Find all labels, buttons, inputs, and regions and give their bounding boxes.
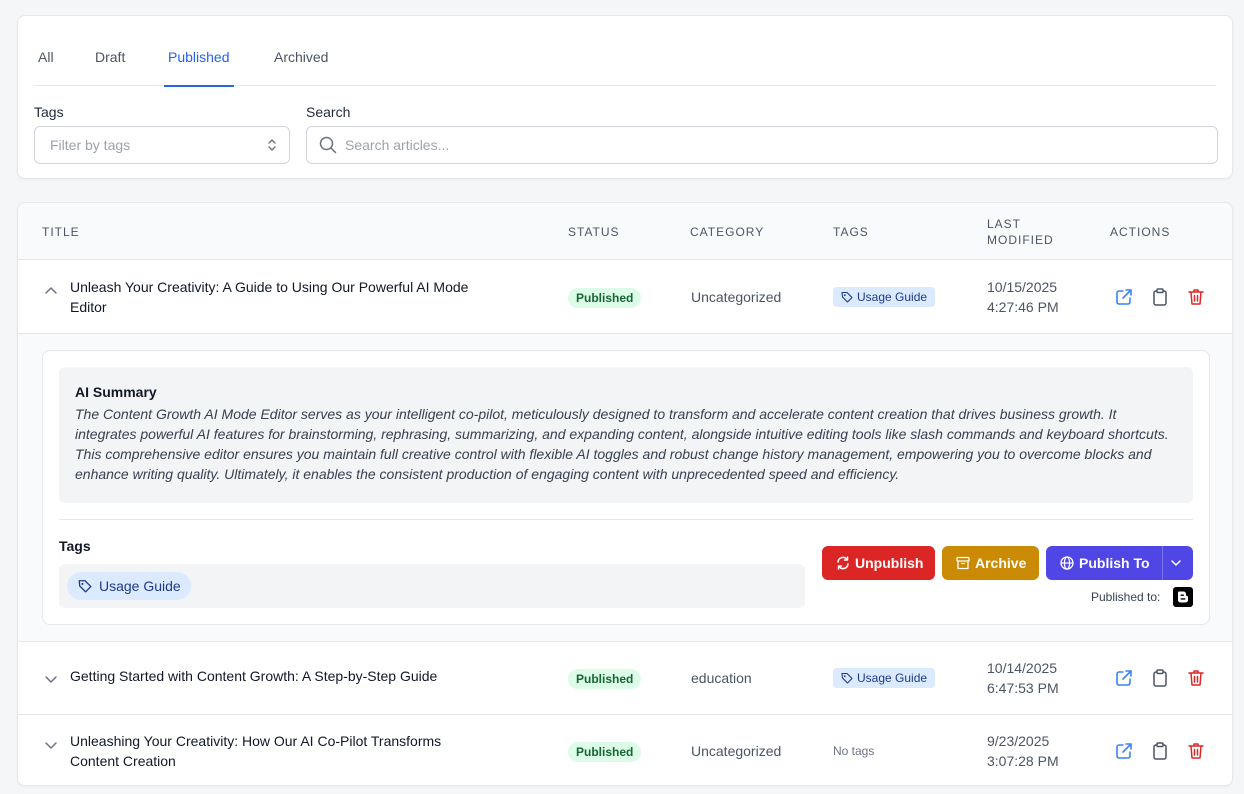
divider	[59, 519, 1193, 520]
header-last-modified-line1: LAST	[987, 217, 1022, 231]
tag-chip-label: Usage Guide	[857, 671, 928, 685]
tab-draft[interactable]: Draft	[95, 16, 125, 86]
tag-icon	[78, 580, 92, 593]
ai-summary-title: AI Summary	[75, 384, 157, 400]
status-tabs: All Draft Published Archived	[34, 16, 1216, 87]
chevron-up-down-icon	[268, 139, 276, 151]
blogger-logo-icon	[1178, 591, 1189, 603]
row-title-line1: Unleashing Your Creativity: How Our AI C…	[70, 733, 442, 749]
row-date: 9/23/2025	[987, 733, 1050, 749]
external-link-icon[interactable]	[1114, 741, 1134, 761]
header-last-modified-line2: MODIFIED	[987, 233, 1054, 247]
row-date: 10/15/2025	[987, 279, 1058, 295]
status-badge: Published	[568, 669, 642, 689]
tag-icon	[841, 672, 853, 684]
row-title-line2: Content Creation	[70, 753, 176, 769]
tags-filter-placeholder: Filter by tags	[50, 137, 131, 153]
archive-button[interactable]: Archive	[942, 546, 1039, 580]
row-time: 3:07:28 PM	[987, 753, 1059, 769]
row-detail: AI Summary The Content Growth AI Mode Ed…	[18, 334, 1232, 642]
trash-icon[interactable]	[1186, 287, 1206, 307]
row-title-line2: Editor	[70, 299, 107, 315]
articles-table: TITLE STATUS CATEGORY TAGS LAST MODIFIED…	[17, 202, 1233, 786]
clipboard-icon[interactable]	[1150, 287, 1170, 307]
row-category: Uncategorized	[691, 743, 782, 759]
search-field	[306, 126, 1218, 164]
row-time: 6:47:53 PM	[987, 680, 1059, 696]
clipboard-icon[interactable]	[1150, 741, 1170, 761]
search-label: Search	[306, 104, 351, 120]
archive-label: Archive	[975, 555, 1027, 571]
tab-all[interactable]: All	[38, 16, 54, 86]
row-date: 10/14/2025	[987, 660, 1058, 676]
publish-to-button[interactable]: Publish To	[1046, 546, 1193, 580]
row-category: education	[691, 670, 752, 686]
row-last-modified: 10/14/2025 6:47:53 PM	[987, 658, 1059, 698]
detail-tags-box: Usage Guide	[59, 564, 805, 608]
ai-summary-text: The Content Growth AI Mode Editor serves…	[75, 406, 1169, 482]
archive-icon	[956, 556, 970, 570]
status-badge: Published	[568, 288, 642, 308]
ai-summary: AI Summary The Content Growth AI Mode Ed…	[59, 367, 1193, 503]
no-tags-text: No tags	[833, 744, 875, 758]
table-header: TITLE STATUS CATEGORY TAGS LAST MODIFIED…	[18, 203, 1232, 260]
tags-filter-select[interactable]: Filter by tags	[34, 126, 290, 164]
row-title[interactable]: Unleash Your Creativity: A Guide to Usin…	[70, 277, 510, 317]
detail-tag-label: Usage Guide	[99, 578, 181, 594]
external-link-icon[interactable]	[1114, 668, 1134, 688]
tab-archived[interactable]: Archived	[274, 16, 328, 86]
tag-chip: Usage Guide	[833, 668, 936, 688]
row-title[interactable]: Unleashing Your Creativity: How Our AI C…	[70, 731, 510, 771]
header-actions: ACTIONS	[1110, 225, 1171, 239]
detail-tag-chip: Usage Guide	[67, 572, 191, 600]
tags-filter-label: Tags	[34, 104, 64, 120]
refresh-icon	[837, 556, 849, 570]
chevron-down-icon[interactable]	[1170, 557, 1182, 569]
table-row[interactable]: Unleashing Your Creativity: How Our AI C…	[18, 715, 1232, 785]
row-category: Uncategorized	[691, 289, 782, 305]
publish-to-label: Publish To	[1079, 555, 1150, 571]
row-time: 4:27:46 PM	[987, 299, 1059, 315]
external-link-icon[interactable]	[1114, 287, 1134, 307]
row-last-modified: 10/15/2025 4:27:46 PM	[987, 277, 1059, 317]
unpublish-label: Unpublish	[855, 555, 924, 571]
detail-panel: AI Summary The Content Growth AI Mode Ed…	[42, 350, 1210, 625]
chevron-down-icon[interactable]	[42, 670, 60, 688]
chevron-up-icon[interactable]	[42, 282, 60, 300]
tag-chip-label: Usage Guide	[857, 290, 928, 304]
search-input[interactable]	[345, 127, 1205, 163]
tab-published[interactable]: Published	[164, 16, 233, 87]
row-last-modified: 9/23/2025 3:07:28 PM	[987, 731, 1059, 771]
row-title-line1: Getting Started with Content Growth: A S…	[70, 668, 438, 684]
button-separator	[1162, 546, 1163, 580]
header-category: CATEGORY	[690, 225, 765, 239]
published-to-label: Published to:	[1091, 590, 1161, 604]
status-badge: Published	[568, 742, 642, 762]
chevron-down-icon[interactable]	[42, 736, 60, 754]
row-title-line1: Unleash Your Creativity: A Guide to Usin…	[70, 279, 469, 295]
search-icon	[319, 136, 337, 154]
header-status: STATUS	[568, 225, 620, 239]
blogger-icon[interactable]	[1173, 587, 1193, 607]
tag-chip: Usage Guide	[833, 287, 936, 307]
table-row[interactable]: Getting Started with Content Growth: A S…	[18, 642, 1232, 715]
trash-icon[interactable]	[1186, 741, 1206, 761]
tag-icon	[841, 291, 853, 303]
header-title: TITLE	[42, 225, 80, 239]
detail-tags-label: Tags	[59, 538, 91, 554]
table-row[interactable]: Unleash Your Creativity: A Guide to Usin…	[18, 260, 1232, 334]
row-title[interactable]: Getting Started with Content Growth: A S…	[70, 666, 510, 686]
filter-card: All Draft Published Archived Tags Filter…	[17, 15, 1233, 179]
clipboard-icon[interactable]	[1150, 668, 1170, 688]
unpublish-button[interactable]: Unpublish	[822, 546, 935, 580]
globe-icon	[1060, 556, 1074, 570]
header-tags: TAGS	[833, 225, 869, 239]
trash-icon[interactable]	[1186, 668, 1206, 688]
